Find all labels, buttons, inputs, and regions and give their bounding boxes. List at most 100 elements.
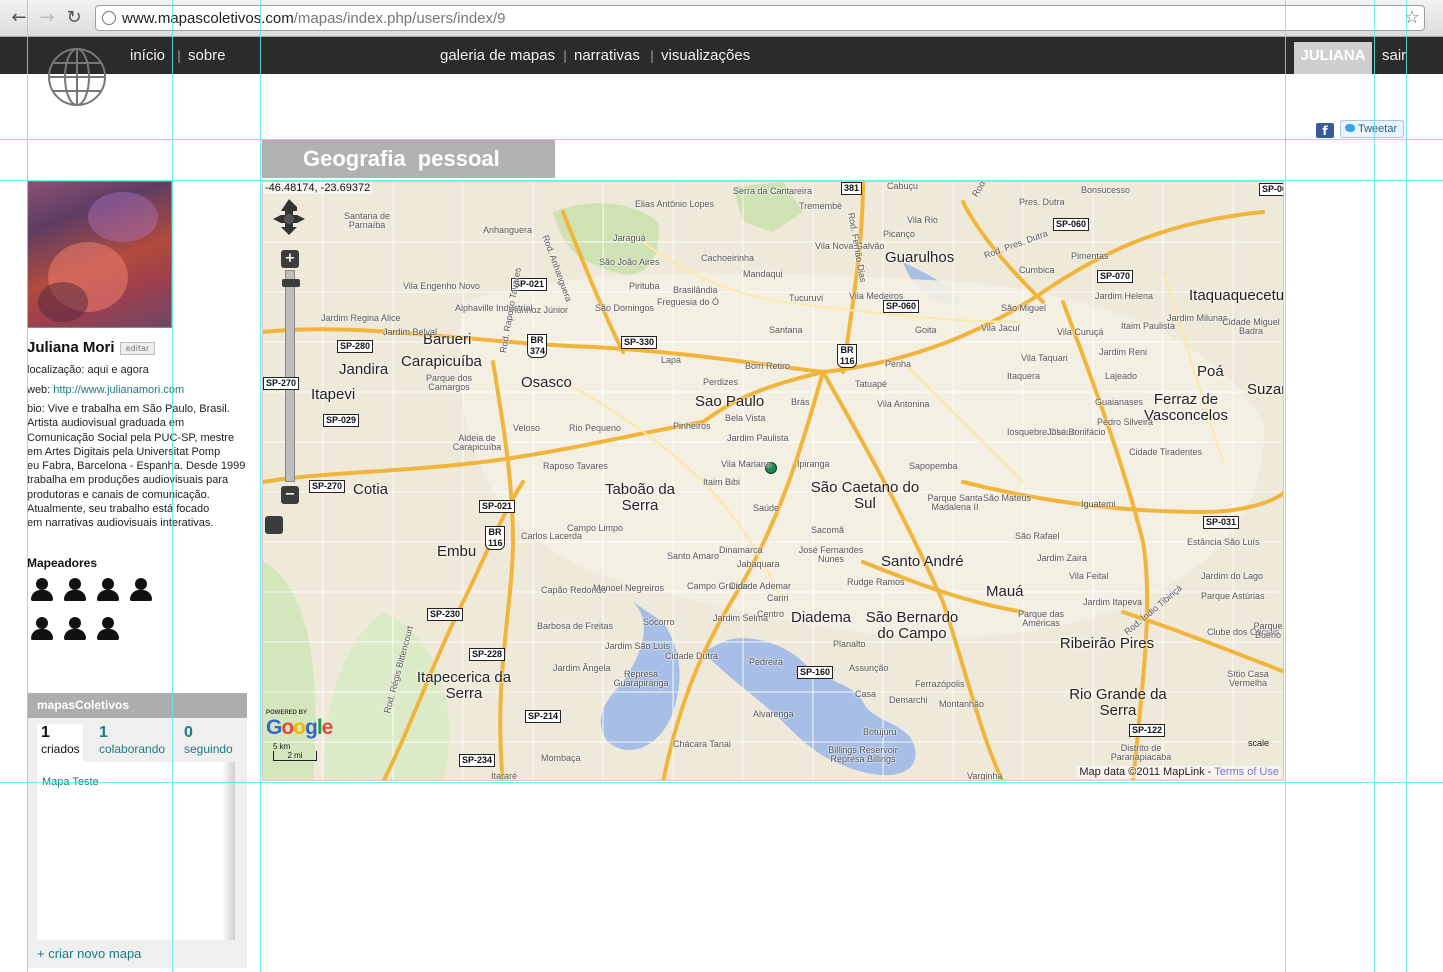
- map-neighborhood-label: Assunção: [849, 663, 889, 673]
- highway-shield: SP-230: [427, 608, 464, 621]
- tab-colaborando[interactable]: 1 colaborando: [99, 724, 165, 756]
- nav-galeria[interactable]: galeria de mapas: [440, 47, 555, 64]
- zoom-out-button[interactable]: −: [281, 486, 299, 504]
- back-icon[interactable]: ←: [8, 7, 30, 29]
- google-logo[interactable]: POWERED BY Google: [266, 710, 333, 740]
- map-neighborhood-label: Itaquera: [1007, 371, 1041, 381]
- scrollbar[interactable]: [223, 762, 235, 940]
- nav-inicio[interactable]: início: [130, 47, 165, 64]
- mapeador-avatar-icon[interactable]: [130, 578, 152, 602]
- map-neighborhood-label: Penha: [885, 359, 912, 369]
- map-neighborhood-label: Pres. Dutra: [1019, 197, 1065, 207]
- map-neighborhood-label: Cidade Ademar: [729, 581, 792, 591]
- forward-icon[interactable]: →: [36, 7, 58, 29]
- map-neighborhood-label: Distrito de Paranapiacaba: [1110, 743, 1172, 763]
- highway-shield: SP-122: [1129, 724, 1166, 737]
- map-neighborhood-label: Jabaquara: [737, 559, 780, 569]
- highway-shield: SP-234: [459, 754, 496, 767]
- map-neighborhood-label: Bonsucesso: [1081, 185, 1131, 195]
- browser-toolbar: ← → ↻ www.mapascoletivos.com/mapas/index…: [0, 0, 1443, 37]
- nav-sobre[interactable]: sobre: [188, 47, 226, 64]
- map-neighborhood-label: Santana de Parnaíba: [343, 211, 391, 231]
- map-city-label: Jandira: [339, 361, 389, 378]
- map-city-label: São Caetano do Sul: [810, 479, 920, 512]
- scale-label: scale: [1247, 738, 1269, 748]
- highway-shield: SP-021: [479, 500, 516, 513]
- map-neighborhood-label: Tucuruvi: [789, 293, 824, 303]
- map-city-label: Osasco: [521, 374, 572, 391]
- pan-control-icon[interactable]: [271, 197, 307, 237]
- page: ← → ↻ www.mapascoletivos.com/mapas/index…: [0, 0, 1443, 972]
- map-scale-bar: 5 km 2 mi: [273, 742, 319, 766]
- map-neighborhood-label: Jardim Itapeva: [1083, 597, 1143, 607]
- map-city-label: São Bernardo do Campo: [865, 609, 959, 642]
- zoom-slider[interactable]: [282, 270, 300, 482]
- tweet-button[interactable]: Tweetar: [1340, 120, 1404, 138]
- url-text[interactable]: www.mapascoletivos.com/mapas/index.php/u…: [122, 10, 506, 27]
- zoom-in-button[interactable]: +: [281, 250, 299, 268]
- profile-bio: bio: Vive e trabalha em São Paulo, Brasi…: [27, 403, 246, 530]
- map-neighborhood-label: Vila Taquari: [1021, 353, 1068, 363]
- map-neighborhood-label: Cariri: [767, 593, 789, 603]
- map-neighborhood-label: Mombaça: [541, 753, 581, 763]
- map-neighborhood-label: Planalto: [833, 639, 866, 649]
- logout-link[interactable]: sair: [1382, 47, 1406, 64]
- map-neighborhood-label: Parque dos Camargos: [425, 373, 473, 393]
- profile-web-link[interactable]: http://www.julianamori.com: [53, 384, 184, 396]
- map-neighborhood-label: Vila Engenho Novo: [403, 281, 480, 291]
- scale-mi: 2 mi: [273, 751, 317, 761]
- google-wordmark: Google: [266, 716, 333, 739]
- layers-icon[interactable]: [265, 516, 283, 534]
- map-city-label: Mauá: [986, 583, 1024, 600]
- address-bar[interactable]: www.mapascoletivos.com/mapas/index.php/u…: [95, 5, 1425, 31]
- map-neighborhood-label: Itaim Bibi: [703, 477, 741, 487]
- map-neighborhood-label: São Miguel: [1001, 303, 1047, 313]
- new-map-link[interactable]: + criar novo mapa: [37, 946, 141, 961]
- tab-seguindo[interactable]: 0 seguindo: [184, 724, 233, 756]
- map-neighborhood-label: Jardim Zaira: [1037, 553, 1088, 563]
- bookmark-star-icon[interactable]: ☆: [1404, 7, 1420, 28]
- map-neighborhood-label: Vila Antonina: [877, 399, 930, 409]
- map-neighborhood-label: Cidade Miguel Badra: [1222, 317, 1280, 337]
- layout-guide: [260, 0, 261, 972]
- user-button[interactable]: JULIANA: [1294, 42, 1372, 74]
- mapeador-avatar-icon[interactable]: [64, 617, 86, 641]
- highway-shield: BR 116: [485, 526, 505, 550]
- map-neighborhood-label: Freguesia do Ó: [657, 297, 720, 307]
- site-header: início | sobre galeria de mapas | narrat…: [0, 37, 1443, 74]
- nav-narrativas[interactable]: narrativas: [574, 47, 640, 64]
- map-neighborhood-label: Montanhão: [939, 699, 985, 709]
- map-neighborhood-label: Pedreira: [749, 657, 784, 667]
- profile-name: Juliana Mori: [27, 339, 115, 356]
- reload-icon[interactable]: ↻: [63, 7, 85, 29]
- highway-shield: SP-214: [525, 710, 562, 723]
- map-neighborhood-label: Jardim Paulista: [727, 433, 789, 443]
- mapeador-avatar-icon[interactable]: [97, 578, 119, 602]
- map-city-label: Guarulhos: [885, 249, 955, 266]
- map-view[interactable]: -46.48174, -23.69372 + − POWERED BY Goog…: [262, 181, 1284, 781]
- edit-profile-button[interactable]: editar: [120, 342, 155, 355]
- map-city-label: Santo André: [881, 553, 964, 570]
- map-neighborhood-label: Botujuru: [863, 727, 897, 737]
- zoom-slider-thumb[interactable]: [282, 279, 300, 287]
- map-neighborhood-label: José Fernandes Nunes: [798, 545, 864, 565]
- highway-shield: BR 374: [527, 334, 547, 358]
- facebook-share-icon[interactable]: f: [1316, 123, 1334, 138]
- mapeador-avatar-icon[interactable]: [97, 617, 119, 641]
- map-neighborhood-label: Perdizes: [703, 377, 739, 387]
- map-neighborhood-label: Vila Nova Galvão: [815, 241, 885, 251]
- tab-criados[interactable]: 1 criados: [37, 724, 83, 766]
- mapeador-avatar-icon[interactable]: [31, 617, 53, 641]
- map-neighborhood-label: Cachoeirinha: [701, 253, 755, 263]
- terms-of-use-link[interactable]: Terms of Use: [1214, 766, 1279, 778]
- nav-visualizacoes[interactable]: visualizações: [661, 47, 750, 64]
- mapeador-avatar-icon[interactable]: [64, 578, 86, 602]
- layout-guide: [1285, 0, 1286, 972]
- mapeador-avatar-icon[interactable]: [31, 578, 53, 602]
- list-item[interactable]: Mapa Teste: [42, 776, 99, 788]
- scale-km: 5 km: [273, 742, 291, 751]
- globe-logo-icon[interactable]: [46, 46, 108, 108]
- map-neighborhood-label: Pirituba: [629, 281, 660, 291]
- map-neighborhood-label: Guaianases: [1095, 397, 1144, 407]
- map-neighborhood-label: Pinheiros: [673, 421, 711, 431]
